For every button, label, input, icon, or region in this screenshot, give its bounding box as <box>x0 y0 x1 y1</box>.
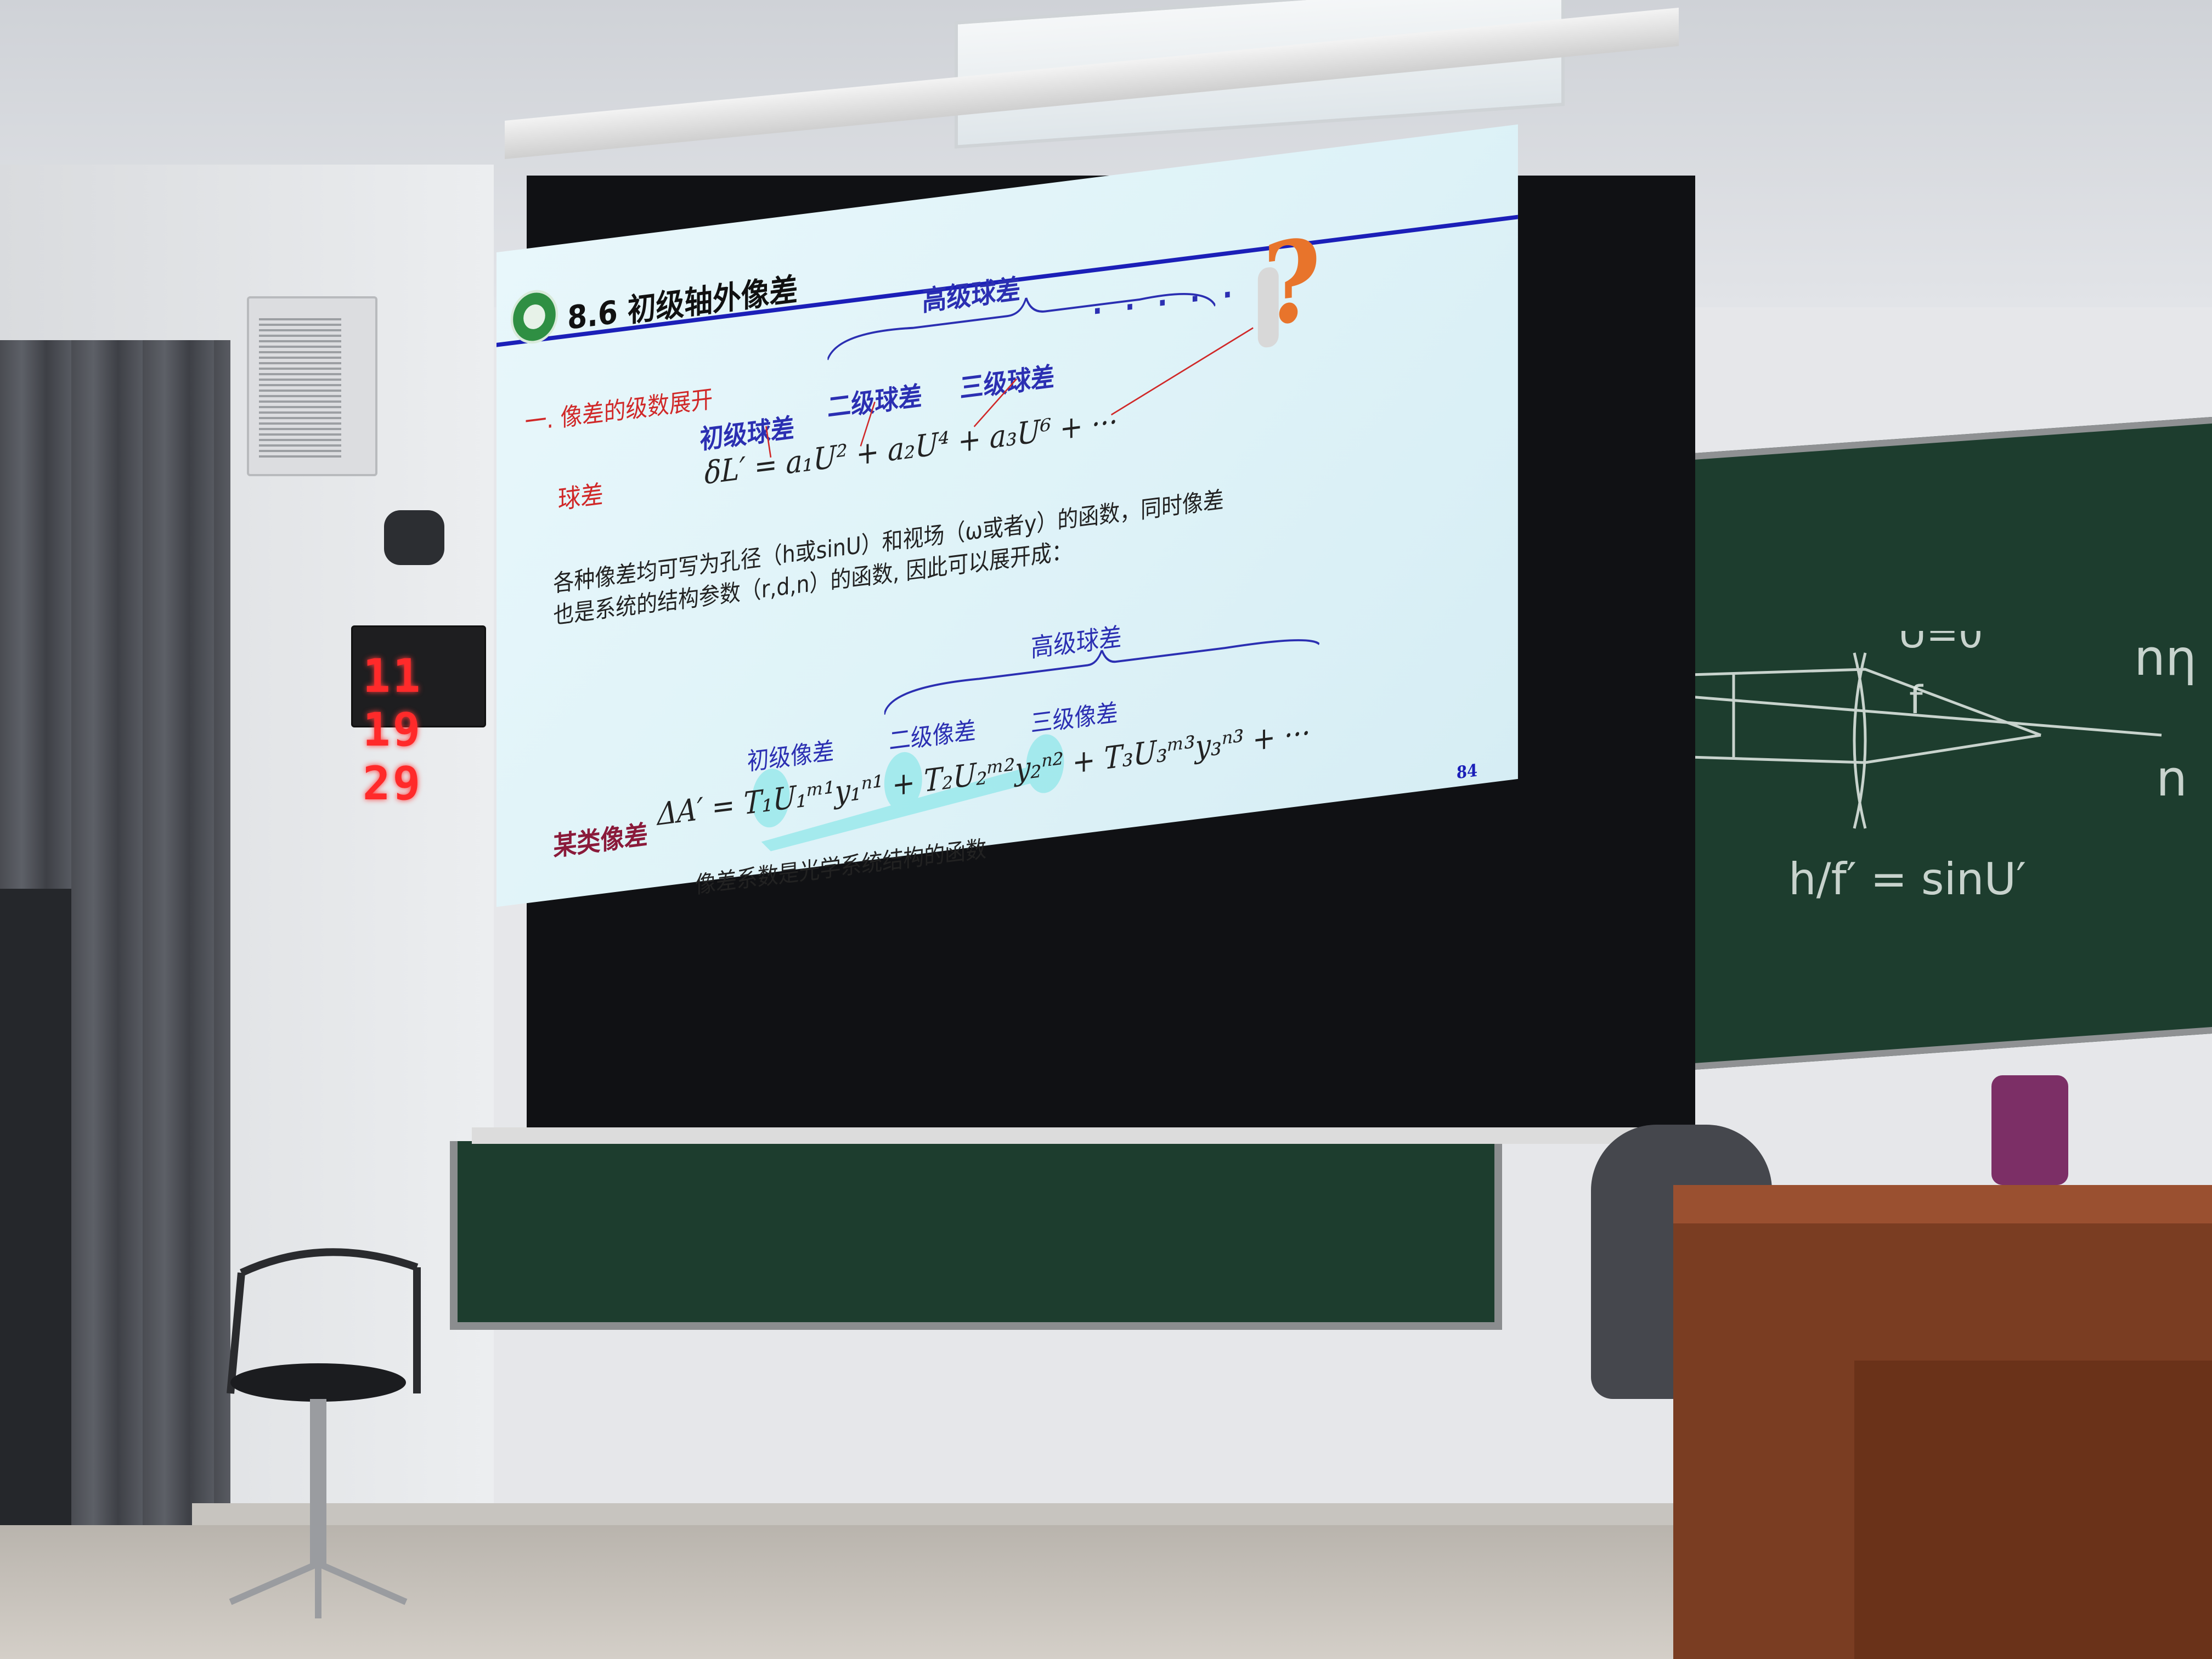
lectern-panel <box>1854 1361 2212 1659</box>
stool-leg-2 <box>317 1560 408 1605</box>
projected-slide-frame: 8.6 初级轴外像差 一. 像差的级数展开 高级球差 · · · · · 二级球… <box>496 106 1660 1061</box>
lens-right-curve <box>1853 652 1867 829</box>
clock-time: 11 19 29 <box>363 649 423 810</box>
chalk-sin-formula: h/f′ = sinU′ <box>1788 854 2026 905</box>
projector-screen-bar <box>472 1127 1695 1144</box>
spherical-aberration-label: 球差 <box>558 479 603 515</box>
projected-slide: 8.6 初级轴外像差 一. 像差的级数展开 高级球差 · · · · · 二级球… <box>496 124 1518 907</box>
chalk-f: f <box>1909 678 1923 723</box>
chalk-drawing: U=0 f h/f′ = sinU′ n nη <box>1689 631 2197 905</box>
optical-axis-line <box>1689 695 2162 737</box>
chalkboard-lower <box>450 1141 1502 1330</box>
thinking-figure <box>1257 266 1279 349</box>
stool-backrest <box>240 1248 419 1277</box>
stool-post <box>310 1399 326 1564</box>
baseboard <box>192 1503 1838 1525</box>
lectern-top <box>1673 1185 2212 1223</box>
slide-title: 8.6 初级轴外像差 <box>567 271 798 337</box>
chalk-n: n <box>2156 750 2187 808</box>
chalk-n-eta: nη <box>2134 631 2197 687</box>
page-number: 84 <box>1456 760 1478 783</box>
bar-stool <box>227 1248 421 1618</box>
security-camera <box>384 510 444 565</box>
section-heading: 一. 像差的级数展开 <box>524 384 713 437</box>
water-bottle <box>1991 1075 2068 1185</box>
digital-clock: 11 19 29 <box>351 625 486 810</box>
chalk-u-zero: U=0 <box>1898 631 1983 657</box>
stool-seat <box>230 1363 406 1402</box>
stool-leg-1 <box>229 1560 320 1605</box>
wall-speaker <box>247 296 377 476</box>
cabinet <box>0 889 71 1547</box>
speaker-grille <box>259 315 341 458</box>
some-aberration-label: 某类像差 <box>553 819 648 862</box>
